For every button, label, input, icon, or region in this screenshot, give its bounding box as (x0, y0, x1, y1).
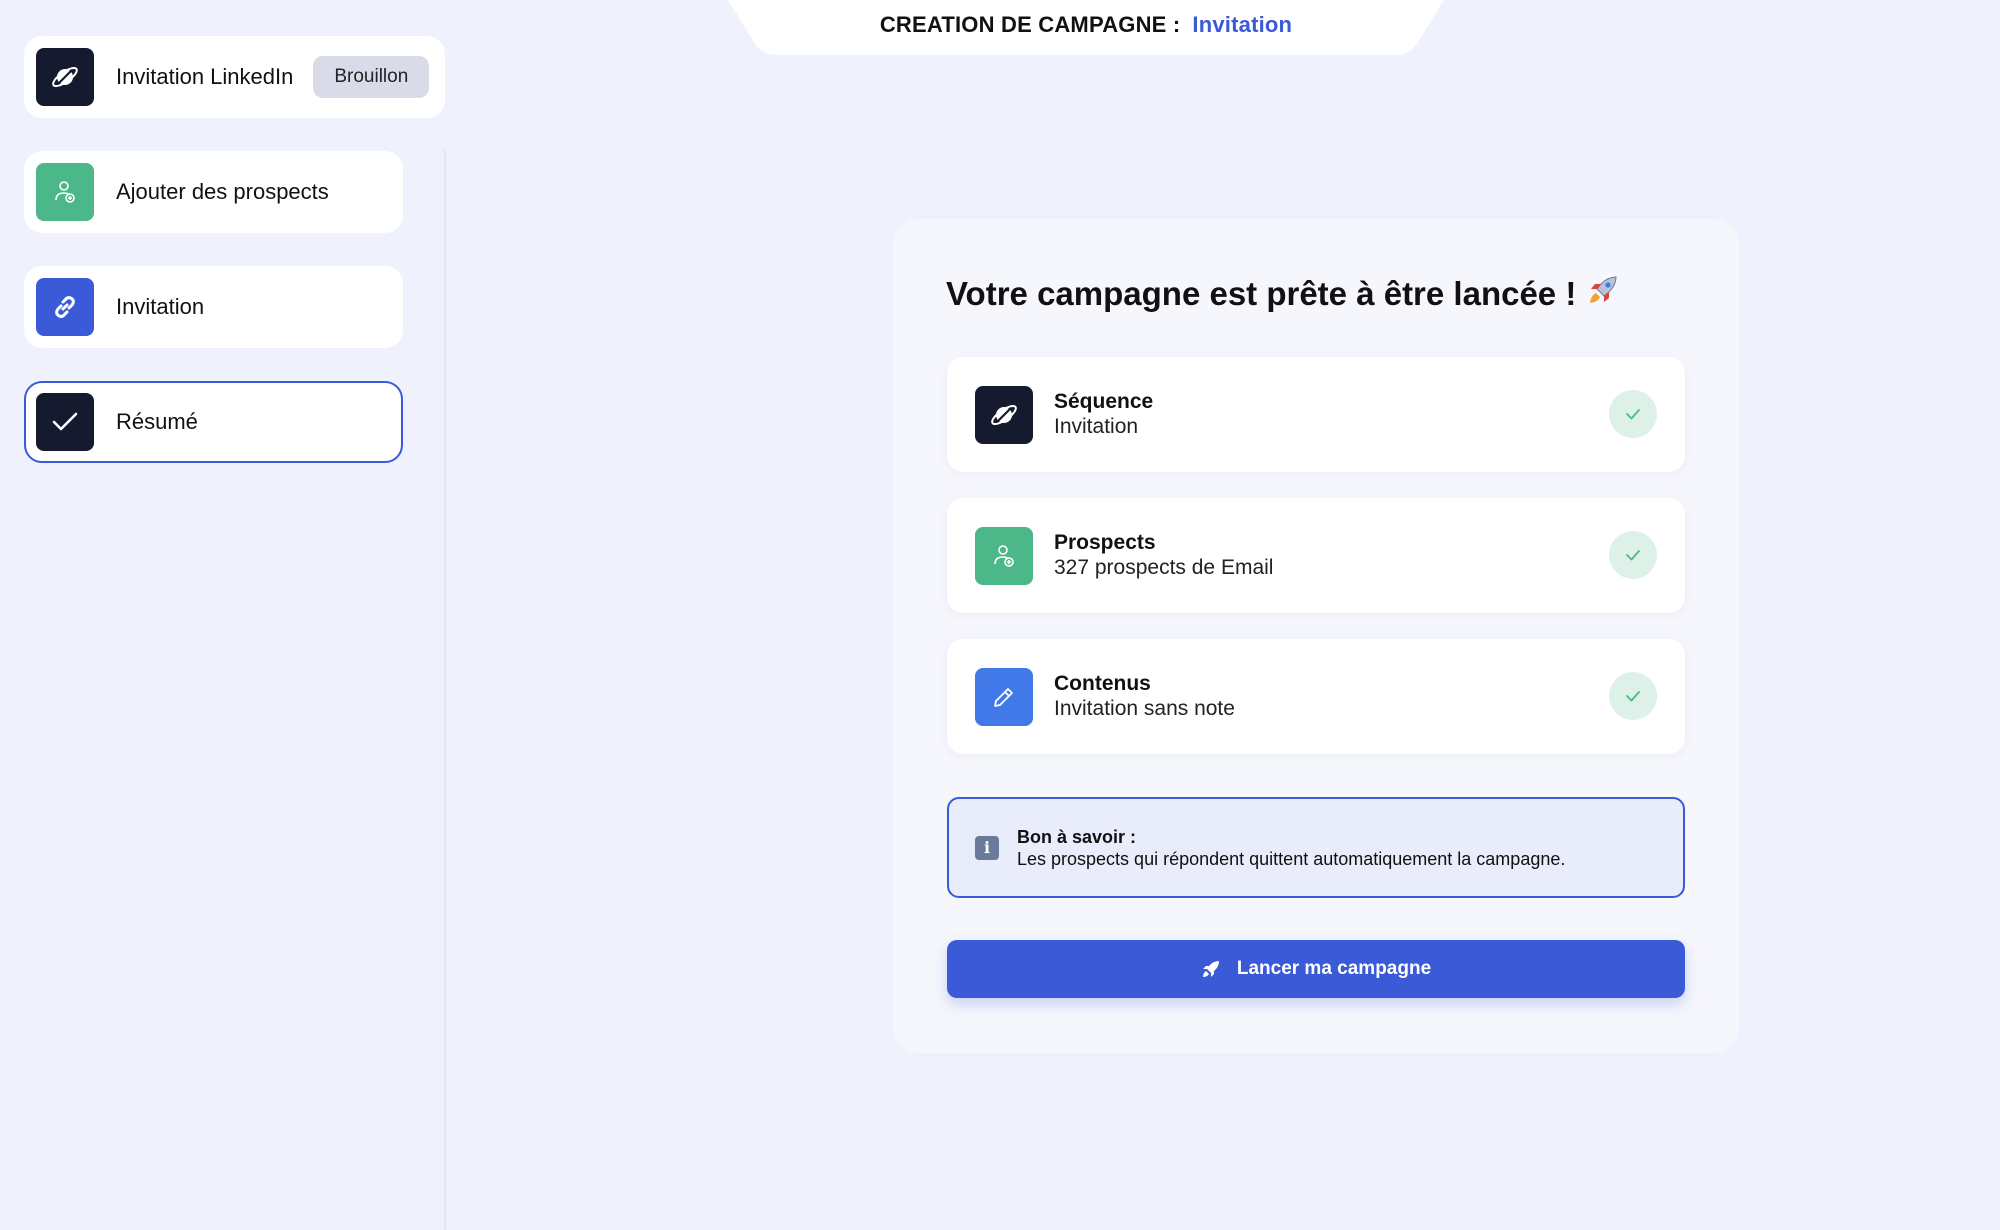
sidebar-item-label: Invitation (116, 294, 205, 319)
page-title: Votre campagne est prête à être lancée ! (946, 273, 1620, 315)
sidebar-item-invitation[interactable]: Invitation (24, 266, 403, 348)
header-campaign-name: Invitation (1192, 12, 1293, 37)
info-text: Bon à savoir : Les prospects qui réponde… (1017, 826, 1565, 870)
top-header-tab: CREATION DE CAMPAGNE : Invitation (728, 0, 1444, 55)
info-title: Bon à savoir : (1017, 826, 1137, 847)
summary-card-prospects: Prospects 327 prospects de Email (947, 498, 1685, 613)
info-body: Les prospects qui répondent quittent aut… (1017, 848, 1566, 869)
check-icon (1609, 531, 1657, 579)
campaign-name: Invitation LinkedIn (116, 64, 294, 89)
rocket-icon (1201, 959, 1221, 979)
launch-campaign-button[interactable]: Lancer ma campagne (947, 940, 1685, 998)
summary-panel: Votre campagne est prête à être lancée ! (893, 219, 1739, 1053)
summary-title: Séquence (1054, 390, 1154, 413)
summary-title: Contenus (1054, 672, 1151, 695)
summary-card-contents: Contenus Invitation sans note (947, 639, 1685, 754)
sidebar-item-add-prospects[interactable]: Ajouter des prospects (24, 151, 403, 233)
summary-text: Séquence Invitation (1054, 389, 1153, 440)
rocket-icon (1586, 273, 1620, 315)
user-plus-icon (975, 526, 1033, 585)
page-title-text: Votre campagne est prête à être lancée ! (946, 275, 1577, 312)
sidebar-divider (444, 150, 446, 1230)
info-box: i Bon à savoir : Les prospects qui répon… (947, 797, 1685, 898)
link-icon (36, 278, 94, 336)
check-icon (1609, 390, 1657, 438)
user-plus-icon (36, 163, 94, 221)
campaign-card[interactable]: Invitation LinkedIn Brouillon (24, 36, 445, 118)
sidebar-item-summary[interactable]: Résumé (24, 381, 403, 463)
pencil-icon (975, 667, 1033, 726)
planet-icon (36, 48, 94, 106)
summary-text: Prospects 327 prospects de Email (1054, 530, 1273, 581)
planet-icon (975, 385, 1033, 444)
check-icon (36, 393, 94, 451)
info-icon: i (975, 835, 999, 860)
summary-card-sequence: Séquence Invitation (947, 357, 1685, 472)
check-icon (1609, 672, 1657, 720)
summary-subtitle: 327 prospects de Email (1054, 556, 1274, 579)
summary-text: Contenus Invitation sans note (1054, 671, 1235, 722)
header-title: CREATION DE CAMPAGNE : Invitation (728, 12, 1444, 38)
header-prefix: CREATION DE CAMPAGNE : (879, 12, 1181, 37)
summary-subtitle: Invitation (1054, 415, 1139, 438)
app-root: CREATION DE CAMPAGNE : Invitation Invitat… (0, 0, 2000, 1230)
summary-title: Prospects (1054, 531, 1156, 554)
summary-subtitle: Invitation sans note (1054, 697, 1235, 720)
sidebar-item-label: Résumé (116, 409, 198, 434)
status-badge: Brouillon (313, 56, 430, 98)
sidebar-item-label: Ajouter des prospects (116, 179, 329, 204)
launch-campaign-label: Lancer ma campagne (1236, 958, 1432, 979)
